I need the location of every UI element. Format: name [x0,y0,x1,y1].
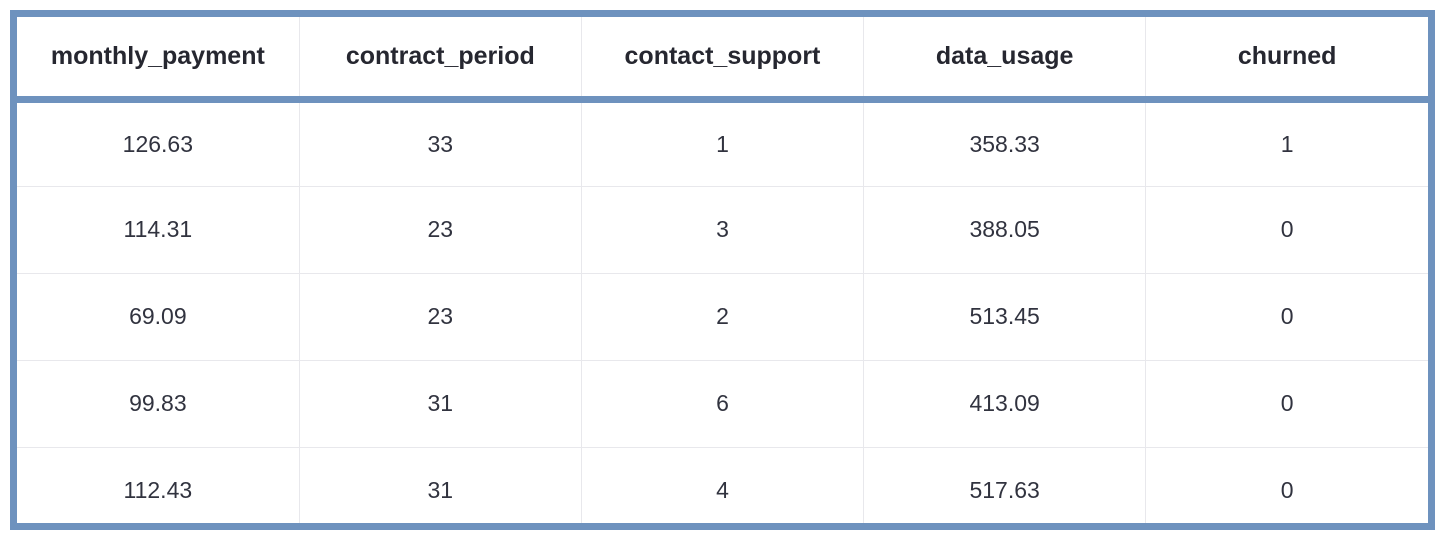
table-row[interactable]: 69.09 23 2 513.45 0 [17,273,1428,361]
cell-churned[interactable]: 1 [1145,99,1428,187]
table-row[interactable]: 126.63 33 1 358.33 1 [17,99,1428,187]
cell-contract_period[interactable]: 31 [299,360,582,448]
cell-churned[interactable]: 0 [1145,186,1428,274]
cell-contract_period[interactable]: 31 [299,447,582,523]
column-header-contact_support[interactable]: contact_support [581,17,865,103]
cell-monthly_payment[interactable]: 99.83 [17,360,300,448]
cell-contact_support[interactable]: 6 [581,360,865,448]
cell-contact_support[interactable]: 1 [581,99,865,187]
cell-data_usage[interactable]: 413.09 [863,360,1147,448]
cell-contact_support[interactable]: 3 [581,186,865,274]
cell-data_usage[interactable]: 513.45 [863,273,1147,361]
column-header-monthly_payment[interactable]: monthly_payment [17,17,300,103]
table-row[interactable]: 112.43 31 4 517.63 0 [17,447,1428,523]
cell-contact_support[interactable]: 2 [581,273,865,361]
screen: monthly_payment contract_period contact_su… [0,0,1446,547]
table-row[interactable]: 114.31 23 3 388.05 0 [17,186,1428,274]
cell-data_usage[interactable]: 517.63 [863,447,1147,523]
cell-monthly_payment[interactable]: 112.43 [17,447,300,523]
cell-churned[interactable]: 0 [1145,447,1428,523]
cell-monthly_payment[interactable]: 114.31 [17,186,300,274]
header-row: monthly_payment contract_period contact_su… [17,17,1428,103]
table-body: 126.63 33 1 358.33 1 114.31 23 3 388.05 0 69.09 23 2… [17,99,1428,523]
cell-monthly_payment[interactable]: 126.63 [17,99,300,187]
cell-contact_support[interactable]: 4 [581,447,865,523]
cell-contract_period[interactable]: 23 [299,273,582,361]
cell-contract_period[interactable]: 33 [299,99,582,187]
cell-data_usage[interactable]: 358.33 [863,99,1147,187]
cell-data_usage[interactable]: 388.05 [863,186,1147,274]
table-header: monthly_payment contract_period contact_su… [17,17,1428,103]
column-header-contract_period[interactable]: contract_period [299,17,582,103]
column-header-churned[interactable]: churned [1145,17,1428,103]
dataframe-widget[interactable]: monthly_payment contract_period contact_su… [10,10,1435,530]
table-row[interactable]: 99.83 31 6 413.09 0 [17,360,1428,448]
cell-churned[interactable]: 0 [1145,360,1428,448]
cell-churned[interactable]: 0 [1145,273,1428,361]
cell-monthly_payment[interactable]: 69.09 [17,273,300,361]
data-table: monthly_payment contract_period contact_su… [17,17,1428,523]
column-header-data_usage[interactable]: data_usage [863,17,1147,103]
cell-contract_period[interactable]: 23 [299,186,582,274]
